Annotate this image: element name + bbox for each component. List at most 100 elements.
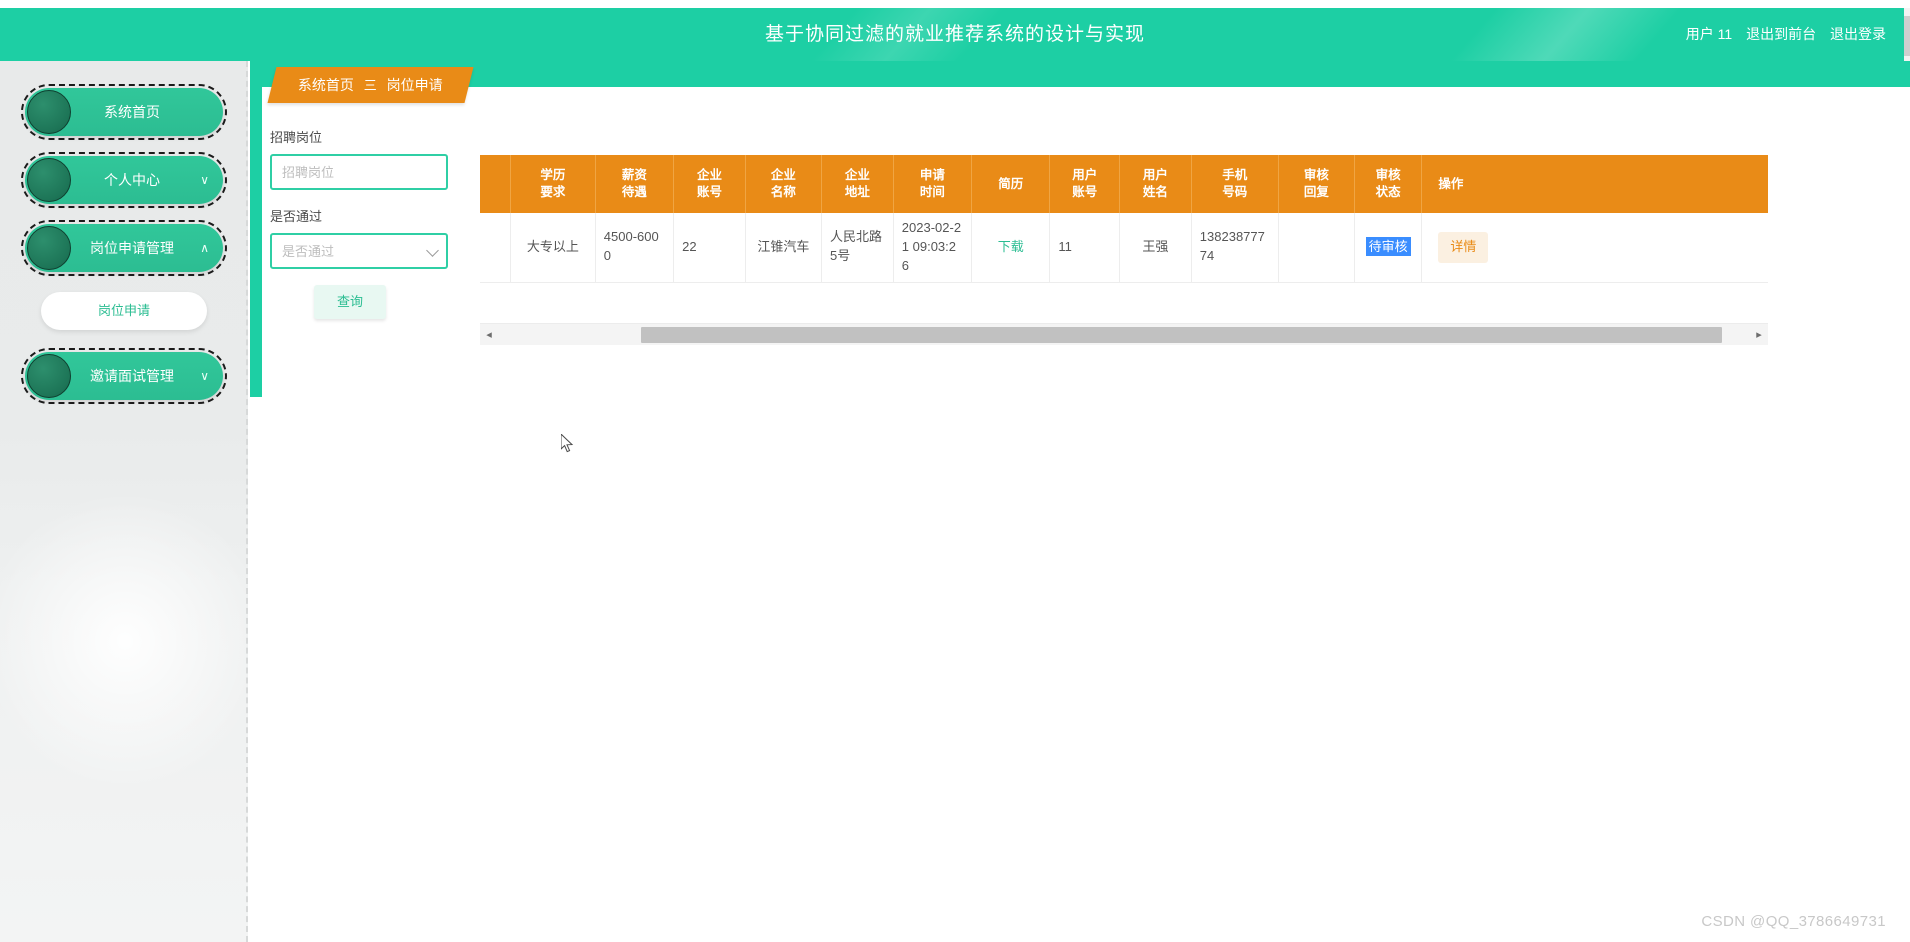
logout-link[interactable]: 退出登录 bbox=[1830, 26, 1886, 42]
table-row[interactable]: 大专以上 4500-6000 22 江锥汽车 人民北路5号 2023-02-21… bbox=[480, 213, 1768, 283]
app-root: 基于协同过滤的就业推荐系统的设计与实现 用户 11 退出到前台 退出登录 系统首… bbox=[0, 0, 1910, 942]
header-line-2: 号码 bbox=[1222, 185, 1248, 199]
circle-icon bbox=[27, 90, 71, 134]
pass-select-wrapper[interactable] bbox=[270, 233, 448, 269]
sidebar-item-label: 系统首页 bbox=[104, 104, 160, 120]
window-scrollbar-track[interactable] bbox=[1904, 8, 1910, 62]
applications-table: 学历 要求 薪资 待遇 企业 账号 企业 名称 企业 地址 申请 时间 简历 用… bbox=[480, 155, 1768, 283]
header-line-2: 状态 bbox=[1375, 185, 1401, 199]
table-region: 学历 要求 薪资 待遇 企业 账号 企业 名称 企业 地址 申请 时间 简历 用… bbox=[480, 97, 1768, 357]
detail-button[interactable]: 详情 bbox=[1438, 231, 1489, 263]
status-badge: 待审核 bbox=[1365, 236, 1411, 256]
circle-icon bbox=[27, 354, 71, 398]
header-line-1: 手机 bbox=[1222, 168, 1248, 183]
scroll-left-arrow-icon[interactable]: ◂ bbox=[481, 324, 497, 346]
cell-review-status: 待审核 bbox=[1353, 213, 1422, 283]
header-line-2: 名称 bbox=[770, 185, 796, 199]
table-header-company-address[interactable]: 企业 地址 bbox=[821, 155, 894, 213]
cell-review-reply bbox=[1277, 213, 1355, 283]
header-line-2: 待遇 bbox=[621, 185, 647, 199]
table-header-action[interactable]: 操作 bbox=[1421, 155, 1768, 213]
cell-resume: 下载 bbox=[971, 213, 1050, 283]
chevron-down-icon: ∨ bbox=[200, 173, 209, 187]
header-line-1: 申请 bbox=[919, 168, 945, 183]
header-line-1: 企业 bbox=[696, 168, 722, 183]
table-header-review-status[interactable]: 审核 状态 bbox=[1353, 155, 1422, 213]
pass-select-input[interactable] bbox=[272, 235, 446, 267]
cell-phone: 13823877774 bbox=[1190, 213, 1279, 283]
header-line-2: 地址 bbox=[844, 185, 870, 199]
filter-form: 招聘岗位 是否通过 查询 bbox=[270, 127, 480, 319]
chevron-down-icon: ∨ bbox=[200, 369, 209, 383]
sidebar-menu: 系统首页 个人中心 ∨ 岗位申请管理 ∧ 岗位申请 邀请面试管理 ∨ bbox=[0, 84, 246, 420]
table-horizontal-scrollbar[interactable]: ◂ ▸ bbox=[480, 323, 1768, 345]
top-header-bar: 基于协同过滤的就业推荐系统的设计与实现 用户 11 退出到前台 退出登录 bbox=[0, 8, 1910, 61]
cell-company-address: 人民北路5号 bbox=[821, 213, 894, 283]
header-line-2: 时间 bbox=[919, 185, 945, 199]
circle-icon bbox=[27, 226, 71, 270]
sidebar: 系统首页 个人中心 ∨ 岗位申请管理 ∧ 岗位申请 邀请面试管理 ∨ bbox=[0, 61, 248, 942]
cell-user-account: 11 bbox=[1049, 213, 1120, 283]
table-body: 大专以上 4500-6000 22 江锥汽车 人民北路5号 2023-02-21… bbox=[480, 213, 1768, 283]
sidebar-item-personal-center[interactable]: 个人中心 ∨ bbox=[21, 152, 227, 208]
header-line-1: 企业 bbox=[770, 168, 796, 183]
header-line-1: 学历 bbox=[540, 168, 566, 183]
header-line-1: 审核 bbox=[1303, 168, 1329, 183]
table-header-apply-time[interactable]: 申请 时间 bbox=[892, 155, 972, 213]
table-header-row: 学历 要求 薪资 待遇 企业 账号 企业 名称 企业 地址 申请 时间 简历 用… bbox=[480, 155, 1768, 213]
table-header-salary[interactable]: 薪资 待遇 bbox=[594, 155, 674, 213]
content-teal-panel: 系统首页 三 岗位申请 招聘岗位 是否通过 查询 bbox=[250, 61, 1910, 397]
scroll-right-arrow-icon[interactable]: ▸ bbox=[1751, 324, 1767, 346]
cell-user-name: 王强 bbox=[1119, 213, 1192, 283]
user-area: 用户 11 退出到前台 退出登录 bbox=[1676, 8, 1886, 61]
window-scrollbar-thumb[interactable] bbox=[1904, 16, 1910, 56]
breadcrumb[interactable]: 系统首页 三 岗位申请 bbox=[267, 67, 474, 104]
resume-download-link[interactable]: 下载 bbox=[998, 239, 1024, 254]
table-header-user-account[interactable]: 用户 账号 bbox=[1049, 155, 1120, 213]
user-label: 用户 11 bbox=[1685, 26, 1733, 42]
table-header-company-name[interactable]: 企业 名称 bbox=[744, 155, 822, 213]
cell-apply-time: 2023-02-21 09:03:26 bbox=[892, 213, 972, 283]
circle-icon bbox=[27, 158, 71, 202]
breadcrumb-separator-icon: 三 bbox=[363, 78, 377, 93]
sidebar-item-label: 个人中心 bbox=[104, 172, 160, 188]
header-line-1: 操作 bbox=[1438, 176, 1464, 191]
job-input-wrapper[interactable] bbox=[270, 154, 448, 190]
header-line-2: 账号 bbox=[696, 185, 722, 199]
cell-salary: 4500-6000 bbox=[594, 213, 674, 283]
table-header-resume[interactable]: 简历 bbox=[971, 155, 1050, 213]
breadcrumb-root[interactable]: 系统首页 bbox=[298, 77, 354, 93]
header-line-2: 要求 bbox=[540, 185, 566, 199]
table-header-company-account[interactable]: 企业 账号 bbox=[673, 155, 746, 213]
query-button[interactable]: 查询 bbox=[314, 285, 386, 319]
header-line-2: 姓名 bbox=[1142, 185, 1168, 199]
cell-action: 详情 bbox=[1421, 213, 1768, 283]
cell-company-name: 江锥汽车 bbox=[744, 213, 822, 283]
table-header-education[interactable]: 学历 要求 bbox=[509, 155, 596, 213]
cell-company-account: 22 bbox=[673, 213, 746, 283]
job-search-input[interactable] bbox=[272, 156, 446, 188]
header-line-1: 薪资 bbox=[621, 168, 647, 183]
table-header-phone[interactable]: 手机 号码 bbox=[1190, 155, 1279, 213]
breadcrumb-inner: 系统首页 三 岗位申请 bbox=[298, 67, 443, 104]
header-line-2: 账号 bbox=[1072, 185, 1098, 199]
exit-to-front-link[interactable]: 退出到前台 bbox=[1746, 26, 1816, 42]
sidebar-item-invite-interview-management[interactable]: 邀请面试管理 ∨ bbox=[21, 348, 227, 404]
sidebar-subitem-job-application[interactable]: 岗位申请 bbox=[41, 292, 207, 330]
watermark: CSDN @QQ_3786649731 bbox=[1701, 913, 1886, 930]
sidebar-item-job-application-management[interactable]: 岗位申请管理 ∧ bbox=[21, 220, 227, 276]
job-field-label: 招聘岗位 bbox=[270, 130, 323, 145]
sidebar-item-label: 邀请面试管理 bbox=[90, 368, 174, 384]
table-header-cell[interactable] bbox=[480, 155, 511, 213]
page-title: 基于协同过滤的就业推荐系统的设计与实现 bbox=[764, 24, 1145, 45]
cell-education: 大专以上 bbox=[509, 213, 596, 283]
header-line-1: 简历 bbox=[998, 176, 1024, 191]
table-header-user-name[interactable]: 用户 姓名 bbox=[1119, 155, 1192, 213]
sidebar-item-home[interactable]: 系统首页 bbox=[21, 84, 227, 140]
scrollbar-thumb[interactable] bbox=[641, 327, 1722, 343]
table-header-review-reply[interactable]: 审核 回复 bbox=[1277, 155, 1355, 213]
table-scroll-viewport: 学历 要求 薪资 待遇 企业 账号 企业 名称 企业 地址 申请 时间 简历 用… bbox=[480, 97, 1768, 317]
sidebar-item-label: 岗位申请管理 bbox=[90, 240, 174, 256]
header-line-1: 企业 bbox=[844, 168, 870, 183]
breadcrumb-current: 岗位申请 bbox=[386, 77, 443, 93]
